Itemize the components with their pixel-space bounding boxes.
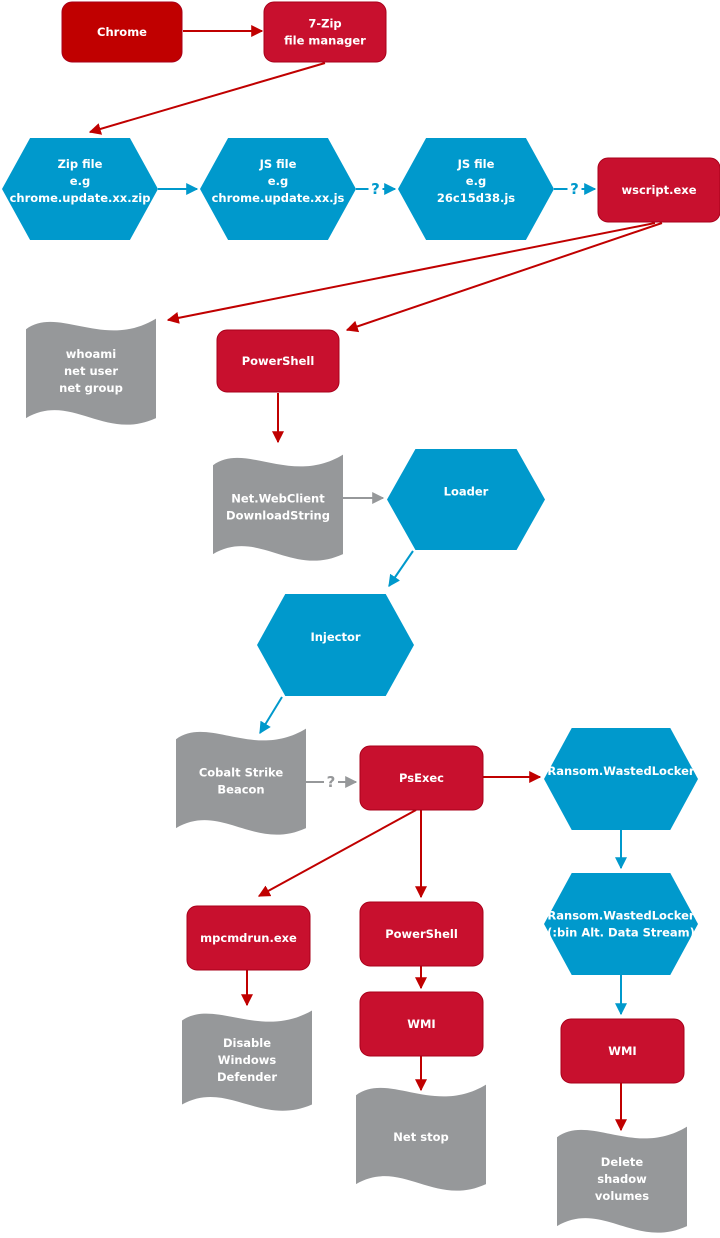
file-hexagon <box>544 873 698 975</box>
file-hexagon <box>544 728 698 830</box>
node-beacon: Cobalt Strike Beacon <box>176 728 306 835</box>
node-shadow: Delete shadow volumes <box>557 1126 687 1233</box>
node-label: PowerShell <box>385 927 458 941</box>
node-label: 26c15d38.js <box>437 191 515 205</box>
node-jsfile1: JS file e.g chrome.update.xx.js <box>200 138 356 240</box>
node-label: Net stop <box>393 1130 448 1144</box>
node-label: WMI <box>407 1017 435 1031</box>
edge-beacon-to-psexec: ? <box>306 773 358 791</box>
node-label: Loader <box>444 484 489 498</box>
edge-arrow <box>388 550 414 587</box>
node-label: DownloadString <box>226 509 330 523</box>
file-hexagon <box>200 138 356 240</box>
node-label: (:bin Alt. Data Stream) <box>547 926 695 940</box>
node-label: Chrome <box>97 25 147 39</box>
node-psexec: PsExec <box>359 745 484 811</box>
node-wastedlocker_ads: Ransom.WastedLocker (:bin Alt. Data Strea… <box>544 873 698 975</box>
node-label: file manager <box>284 34 366 48</box>
node-label: Cobalt Strike <box>199 766 284 780</box>
edge-jsfile2-to-wscript: ? <box>554 180 597 198</box>
node-wastedlocker: Ransom.WastedLocker <box>544 728 698 830</box>
file-hexagon <box>2 138 158 240</box>
node-powershell1: PowerShell <box>216 329 340 393</box>
node-label: Ransom.WastedLocker <box>547 909 694 923</box>
node-chrome: Chrome <box>61 1 183 63</box>
node-label: PsExec <box>399 771 444 785</box>
node-loader: Loader <box>387 449 545 550</box>
node-webclient: Net.WebClient DownloadString <box>213 454 343 561</box>
file-hexagon <box>387 449 545 550</box>
node-label: PowerShell <box>242 354 315 368</box>
node-label: Zip file <box>58 157 103 171</box>
node-mpcmdrun: mpcmdrun.exe <box>186 905 311 971</box>
node-label: whoami <box>66 347 116 361</box>
node-wmi2: WMI <box>560 1018 685 1084</box>
node-label: net user <box>64 364 118 378</box>
node-label: Beacon <box>217 783 264 797</box>
node-defender: Disable Windows Defender <box>182 1010 312 1111</box>
node-zip7: 7-Zip file manager <box>263 1 387 63</box>
node-label: 7-Zip <box>308 17 341 31</box>
node-label: chrome.update.xx.js <box>212 191 345 205</box>
node-label: Disable <box>223 1036 271 1050</box>
node-injector: Injector <box>257 594 414 696</box>
node-label: WMI <box>608 1044 636 1058</box>
file-hexagon <box>257 594 414 696</box>
node-label: e.g <box>466 174 486 188</box>
nodes-layer: Chrome 7-Zip file manager Zip file e.g chrome… <box>2 1 720 1233</box>
process-box <box>263 1 387 63</box>
edge-jsfile1-to-jsfile2: ? <box>356 180 397 198</box>
node-label: JS file <box>457 157 495 171</box>
node-label: net group <box>59 381 123 395</box>
edge-injector-to-beacon <box>259 696 283 735</box>
node-label: volumes <box>595 1189 649 1203</box>
edge-label: ? <box>371 180 380 198</box>
node-label: e.g <box>268 174 288 188</box>
node-label: chrome.update.xx.zip <box>10 191 151 205</box>
edge-label: ? <box>327 773 336 791</box>
node-label: Windows <box>218 1053 277 1067</box>
node-label: mpcmdrun.exe <box>200 931 297 945</box>
node-label: Delete <box>601 1155 644 1169</box>
node-label: JS file <box>259 157 297 171</box>
edge-zip7-to-zipfile <box>88 62 326 135</box>
edge-label: ? <box>570 180 579 198</box>
node-wmi1: WMI <box>359 991 484 1057</box>
node-label: Defender <box>217 1070 277 1084</box>
node-jsfile2: JS file e.g 26c15d38.js <box>398 138 554 240</box>
node-label: shadow <box>597 1172 647 1186</box>
node-wscript: wscript.exe <box>597 157 720 223</box>
attack-flow-diagram: ??? Chrome 7-Zip file manager Zip file e.g ch… <box>2 1 720 1233</box>
node-label: Injector <box>310 630 360 644</box>
file-hexagon <box>398 138 554 240</box>
node-recon: whoami net user net group <box>26 318 156 425</box>
node-label: e.g <box>70 174 90 188</box>
edge-arrow <box>259 696 283 735</box>
node-zipfile: Zip file e.g chrome.update.xx.zip <box>2 138 158 240</box>
edge-arrow <box>88 62 326 135</box>
node-netstop: Net stop <box>356 1084 486 1191</box>
node-label: Ransom.WastedLocker <box>547 764 694 778</box>
node-label: wscript.exe <box>621 183 696 197</box>
node-label: Net.WebClient <box>231 492 325 506</box>
node-powershell2: PowerShell <box>359 901 484 967</box>
edge-loader-to-injector <box>388 550 414 587</box>
